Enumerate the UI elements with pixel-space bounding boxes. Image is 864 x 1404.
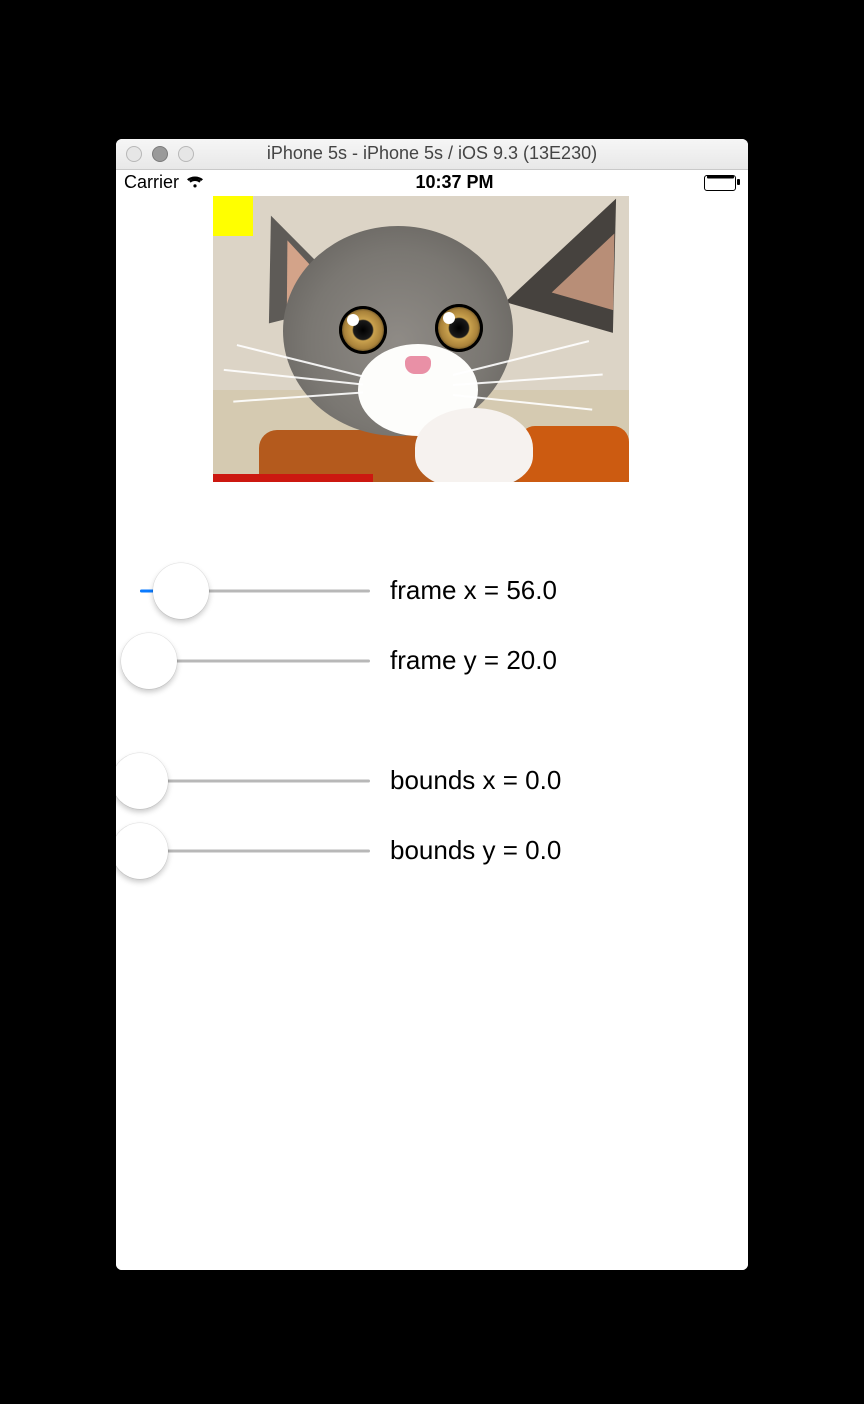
slider-frame-x[interactable]: [140, 563, 370, 619]
slider-row-bounds-x: bounds x = 0.0: [140, 746, 724, 816]
label-frame-x: frame x = 56.0: [390, 575, 557, 606]
origin-marker: [213, 196, 253, 236]
slider-thumb[interactable]: [116, 753, 168, 809]
label-frame-y: frame y = 20.0: [390, 645, 557, 676]
wifi-icon: [185, 173, 205, 194]
status-bar: Carrier 10:37 PM: [116, 170, 748, 196]
slider-bounds-x[interactable]: [140, 753, 370, 809]
slider-frame-y[interactable]: [140, 633, 370, 689]
slider-row-frame-y: frame y = 20.0: [140, 626, 724, 696]
status-right: [704, 175, 736, 191]
app-viewport: frame x = 56.0 frame y = 20.0: [116, 196, 748, 1270]
clock-label: 10:37 PM: [415, 172, 493, 193]
device-screen: Carrier 10:37 PM: [116, 170, 748, 1270]
image-view: [213, 196, 629, 482]
slider-bounds-y[interactable]: [140, 823, 370, 879]
slider-thumb[interactable]: [153, 563, 209, 619]
slider-row-frame-x: frame x = 56.0: [140, 556, 724, 626]
window-title: iPhone 5s - iPhone 5s / iOS 9.3 (13E230): [116, 143, 748, 164]
slider-thumb[interactable]: [121, 633, 177, 689]
battery-icon: [704, 175, 736, 191]
label-bounds-y: bounds y = 0.0: [390, 835, 561, 866]
minimize-icon[interactable]: [152, 146, 168, 162]
traffic-lights: [126, 146, 204, 162]
label-bounds-x: bounds x = 0.0: [390, 765, 561, 796]
window-titlebar[interactable]: iPhone 5s - iPhone 5s / iOS 9.3 (13E230): [116, 139, 748, 170]
sliders-group: frame x = 56.0 frame y = 20.0: [140, 556, 724, 886]
status-left: Carrier: [124, 172, 205, 193]
close-icon[interactable]: [126, 146, 142, 162]
carrier-label: Carrier: [124, 172, 179, 193]
slider-thumb[interactable]: [116, 823, 168, 879]
simulator-window: iPhone 5s - iPhone 5s / iOS 9.3 (13E230)…: [116, 139, 748, 1270]
slider-row-bounds-y: bounds y = 0.0: [140, 816, 724, 886]
zoom-icon[interactable]: [178, 146, 194, 162]
